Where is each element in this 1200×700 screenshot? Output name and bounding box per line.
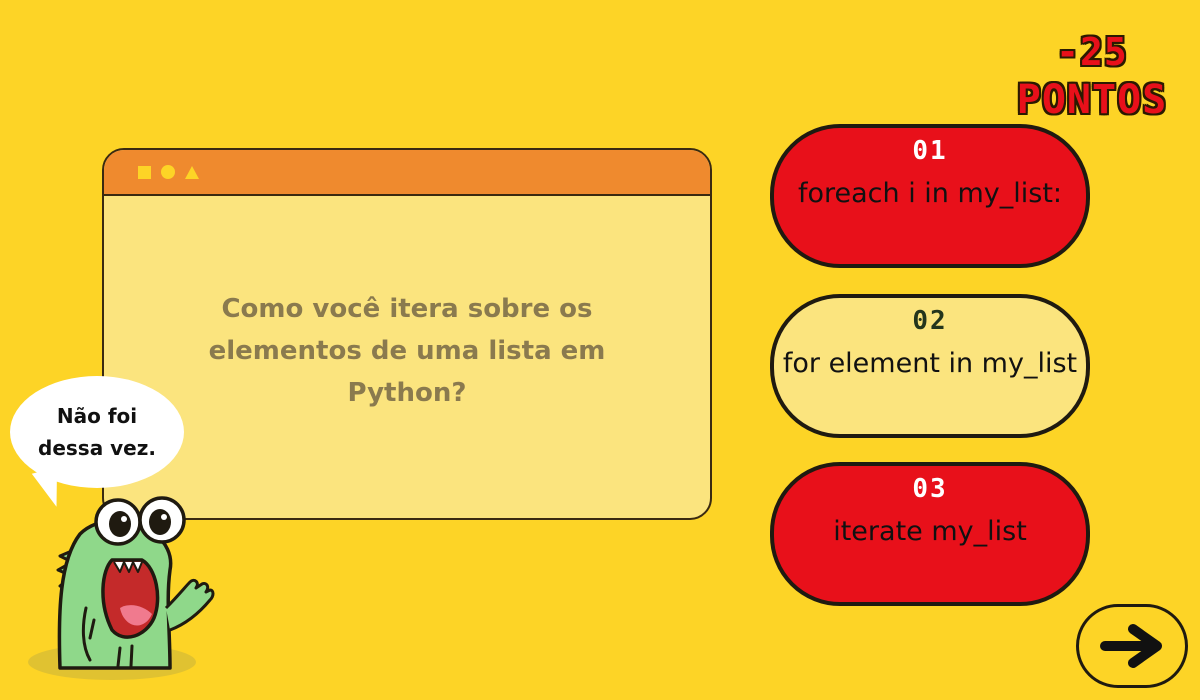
speech-text: Não foi dessa vez. <box>38 404 156 460</box>
square-icon <box>138 165 151 179</box>
arrow-right-icon <box>1100 624 1162 668</box>
answer-number: 01 <box>912 136 948 166</box>
next-button[interactable] <box>1076 604 1188 688</box>
score-label: PONTOS <box>1016 77 1168 123</box>
answer-text: for element in my_list <box>782 348 1078 379</box>
answer-option-1[interactable]: 01 foreach i in my_list: <box>770 124 1090 268</box>
question-text: Como você itera sobre os elementos de um… <box>208 294 606 408</box>
answer-text: iterate my_list <box>833 516 1027 547</box>
dinosaur-mascot-icon <box>28 496 215 680</box>
score-display: -25 PONTOS <box>992 28 1192 124</box>
circle-icon <box>161 165 175 179</box>
triangle-icon <box>185 165 199 179</box>
answer-option-2[interactable]: 02 for element in my_list <box>770 294 1090 438</box>
window-titlebar <box>104 150 710 196</box>
speech-bubble: Não foi dessa vez. <box>10 376 184 488</box>
answer-number: 03 <box>912 474 948 504</box>
answer-text: foreach i in my_list: <box>797 178 1063 209</box>
answer-option-3[interactable]: 03 iterate my_list <box>770 462 1090 606</box>
question-window: Como você itera sobre os elementos de um… <box>102 148 712 520</box>
score-value: -25 <box>1056 30 1128 74</box>
answer-number: 02 <box>912 306 948 336</box>
